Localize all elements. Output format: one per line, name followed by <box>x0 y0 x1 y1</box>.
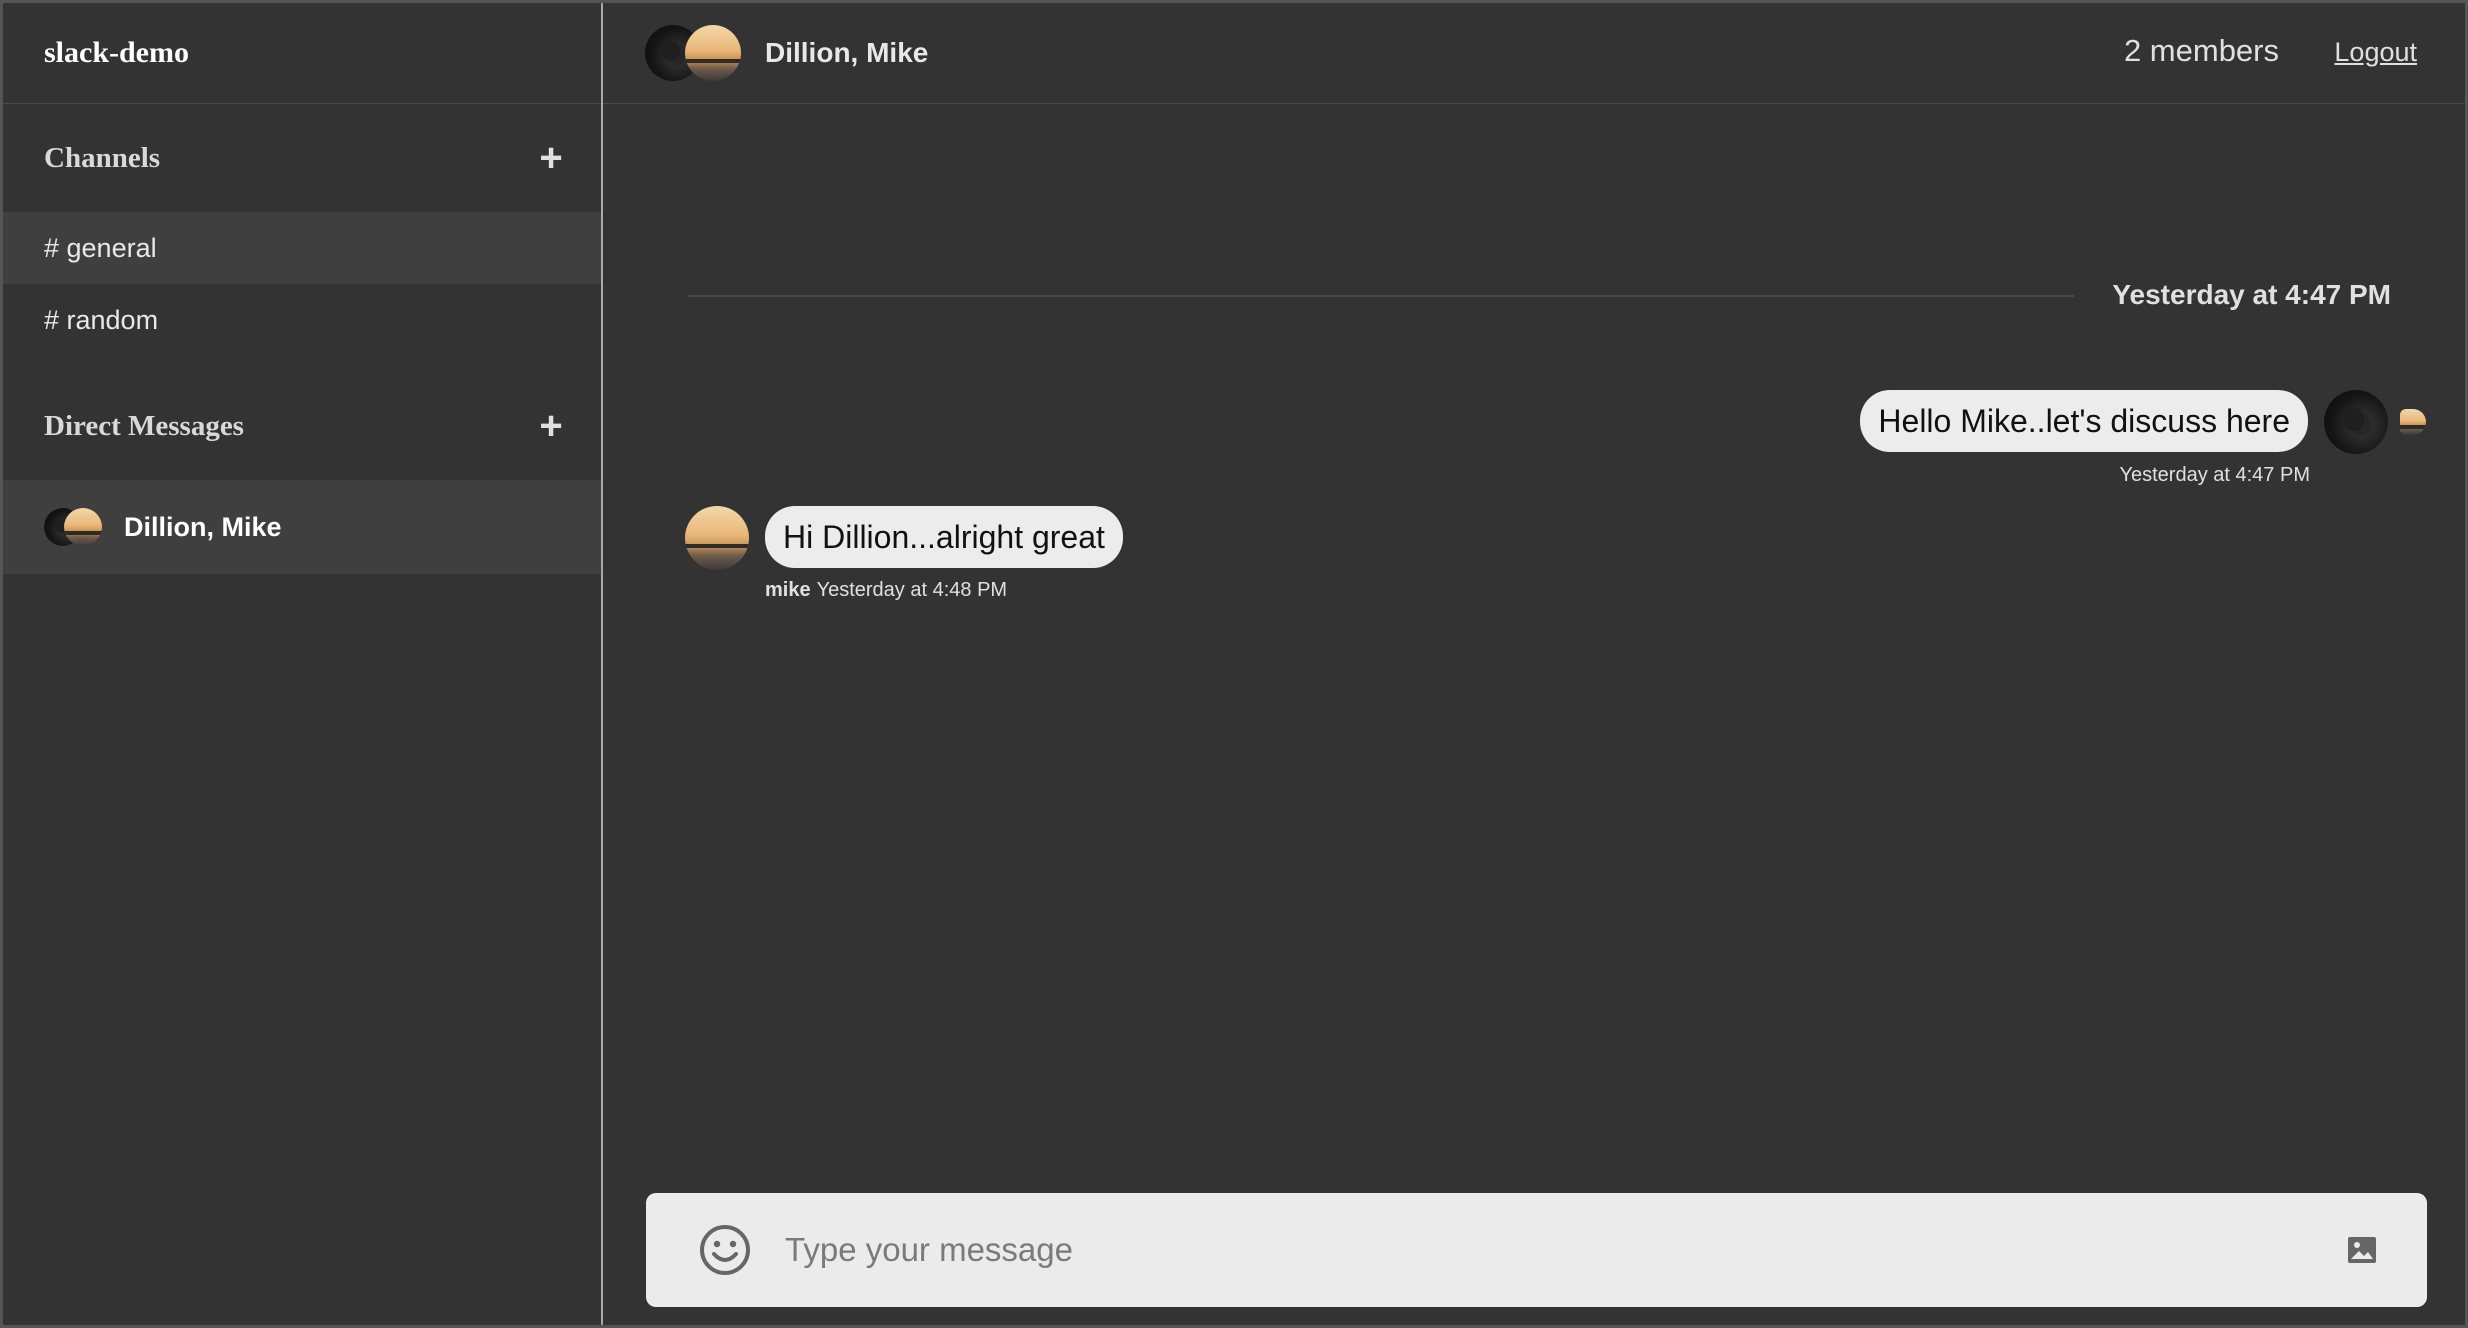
message-composer <box>646 1193 2427 1307</box>
workspace-name: slack-demo <box>3 3 601 104</box>
dm-item-dillion-mike[interactable]: Dillion, Mike <box>3 480 601 574</box>
channels-header: Channels + <box>3 104 601 212</box>
message-meta: mike Yesterday at 4:48 PM <box>765 579 1007 602</box>
smiley-icon[interactable] <box>697 1222 753 1278</box>
avatar <box>2324 390 2388 454</box>
divider-line <box>688 295 2074 297</box>
avatar <box>685 506 749 570</box>
message-incoming: Hi Dillion...alright great mike Yesterday… <box>685 506 1123 601</box>
message-timestamp: Yesterday at 4:47 PM <box>2119 464 2311 486</box>
dm-avatar-group <box>44 508 102 546</box>
add-channel-button[interactable]: + <box>531 138 571 178</box>
avatar <box>685 25 741 81</box>
app-window: slack-demo Channels + # general # random… <box>0 0 2468 1328</box>
channels-title: Channels <box>44 141 161 174</box>
message-bubble: Hi Dillion...alright great <box>765 506 1123 568</box>
add-direct-message-button[interactable]: + <box>531 406 571 446</box>
date-divider-label: Yesterday at 4:47 PM <box>2112 279 2391 310</box>
message-bubble: Hello Mike..let's discuss here <box>1860 390 2308 452</box>
avatar <box>2400 409 2426 435</box>
chat-header: Dillion, Mike 2 members Logout <box>603 3 2465 104</box>
conversation-title: Dillion, Mike <box>765 37 929 68</box>
message-input[interactable] <box>783 1230 2345 1270</box>
sidebar: slack-demo Channels + # general # random… <box>3 3 603 1325</box>
channel-item-general[interactable]: # general <box>3 212 601 284</box>
date-divider: Yesterday at 4:47 PM <box>688 273 2391 323</box>
dm-item-label: Dillion, Mike <box>124 511 282 542</box>
avatar <box>64 508 102 546</box>
channel-item-random[interactable]: # random <box>3 284 601 356</box>
direct-messages-title: Direct Messages <box>44 409 244 442</box>
message-timestamp: Yesterday at 4:48 PM <box>816 579 1008 601</box>
message-outgoing: Hello Mike..let's discuss here Yesterday… <box>1860 390 2426 486</box>
conversation-avatar-group <box>645 25 741 81</box>
members-count[interactable]: 2 members <box>2124 33 2279 69</box>
chat-panel: Dillion, Mike 2 members Logout Yesterday… <box>603 3 2465 1325</box>
logout-link[interactable]: Logout <box>2334 37 2417 68</box>
image-icon[interactable] <box>2345 1233 2379 1267</box>
message-author: mike <box>765 579 811 601</box>
direct-messages-header: Direct Messages + <box>3 372 601 480</box>
